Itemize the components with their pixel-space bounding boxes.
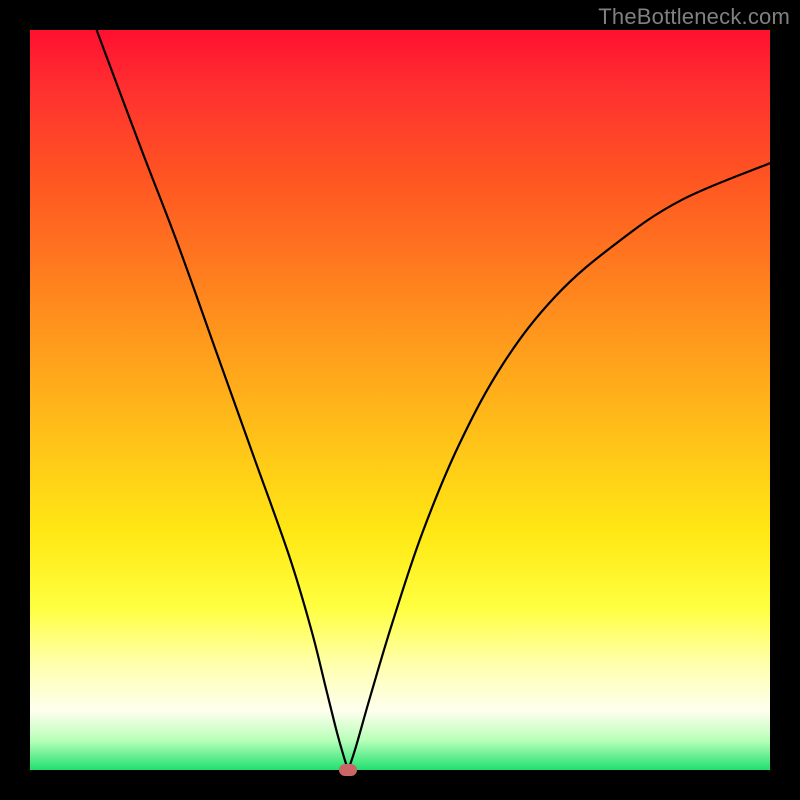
watermark-text: TheBottleneck.com [598,4,790,30]
right-branch [348,163,770,770]
chart-frame: TheBottleneck.com [0,0,800,800]
left-branch [97,30,349,770]
minimum-marker [339,764,357,776]
bottleneck-curve [30,30,770,770]
